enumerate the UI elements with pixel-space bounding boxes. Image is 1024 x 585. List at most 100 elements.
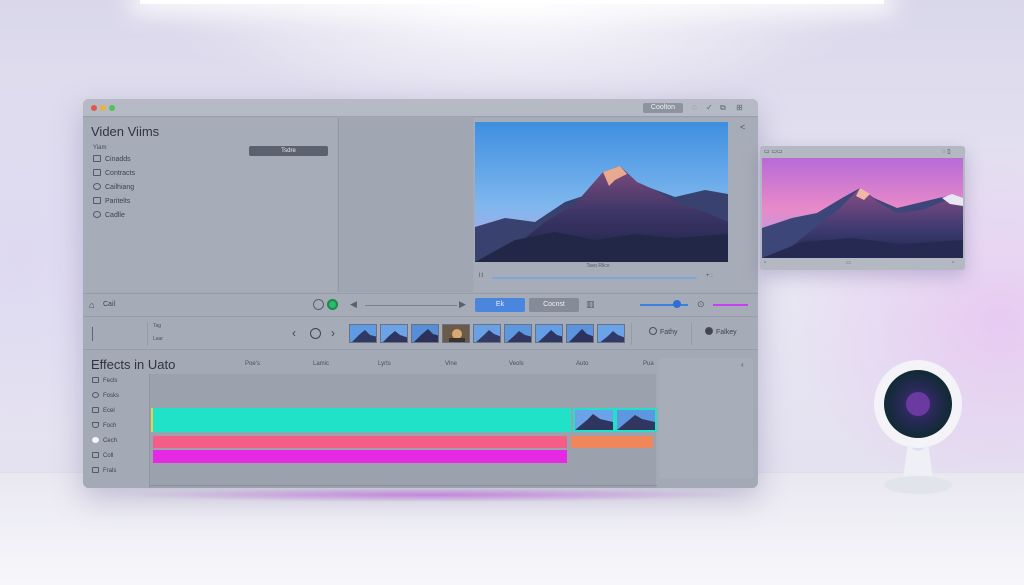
- toolbar-label: Cail: [103, 301, 116, 308]
- effect-label: Ecel: [103, 408, 115, 414]
- home-icon[interactable]: ⌂: [89, 300, 94, 310]
- trim-range[interactable]: [365, 305, 457, 306]
- strip-label-laar: Laar: [153, 336, 164, 342]
- strip-label-tag: Tag: [153, 323, 162, 329]
- effect-item[interactable]: Fecls: [92, 377, 117, 386]
- clip-thumbnail[interactable]: [473, 324, 501, 343]
- effects-panel: Effects in Uato Poe's Lamic Lyrts Vlne V…: [83, 351, 758, 488]
- effect-label: Cech: [103, 438, 118, 444]
- sidebar-item-label: Paritelts: [105, 198, 131, 205]
- timeline-tracks[interactable]: ›: [149, 374, 657, 488]
- audio-track-clip[interactable]: [153, 436, 567, 448]
- toolbar: ⌂ Cail ◀ ▶ Ek Cocnst ▥ ⊙: [83, 293, 758, 317]
- expand-icon[interactable]: ⊞: [736, 102, 743, 113]
- preview-window-icons[interactable]: ◌ ▯: [942, 148, 951, 155]
- effect-item[interactable]: Coll: [92, 452, 113, 461]
- clip-thumbnail[interactable]: [411, 324, 439, 343]
- collapse-icon[interactable]: ‹: [741, 360, 744, 369]
- clip-thumbnail[interactable]: [597, 324, 625, 343]
- column-header[interactable]: Lamic: [313, 361, 329, 367]
- filmstrip-row: Tag Laar ‹ › Fathy Falkey: [83, 318, 758, 350]
- video-preview[interactable]: [475, 122, 728, 262]
- effect-item[interactable]: Ecel: [92, 407, 115, 416]
- share-icon[interactable]: <: [740, 122, 745, 132]
- chevron-left-icon[interactable]: ‹: [292, 326, 296, 340]
- effect-item[interactable]: Fosks: [92, 392, 119, 401]
- maximize-window-button[interactable]: [109, 105, 115, 111]
- fathy-chip[interactable]: Fathy: [649, 327, 678, 339]
- record-toggle[interactable]: [313, 299, 324, 310]
- color-slider[interactable]: [713, 304, 748, 306]
- chevron-right-icon[interactable]: ›: [331, 326, 335, 340]
- mode-icon[interactable]: ⊙: [697, 299, 705, 310]
- clip-thumbnail[interactable]: [442, 324, 470, 343]
- panel-title: Viden Viims: [91, 124, 160, 139]
- chip-label: Fathy: [660, 329, 678, 336]
- help-icon[interactable]: ◌: [692, 102, 697, 113]
- divider: [631, 323, 632, 345]
- playback-scrubber[interactable]: [492, 277, 697, 279]
- triangle-left-icon[interactable]: ◀: [350, 299, 357, 310]
- effect-item[interactable]: Frals: [92, 467, 116, 476]
- video-track-thumbnails[interactable]: [573, 408, 657, 432]
- preview-right-icon[interactable]: ▫: [952, 260, 954, 266]
- triangle-right-icon[interactable]: ▶: [459, 299, 466, 310]
- column-header[interactable]: Pua: [643, 361, 654, 367]
- column-header[interactable]: Vlne: [445, 361, 457, 367]
- effect-item[interactable]: Foch: [92, 422, 116, 431]
- clip-thumbnail[interactable]: [504, 324, 532, 343]
- film-icon: [93, 155, 101, 162]
- primary-button[interactable]: Ek: [475, 298, 525, 312]
- media-panel: [338, 118, 473, 292]
- chip-label: Falkey: [716, 329, 737, 336]
- time-end: + :: [706, 273, 713, 279]
- preview-controls[interactable]: ▭ ▭▭: [764, 148, 783, 155]
- floating-preview-window[interactable]: ▭ ▭▭ ◌ ▯ ▫ ▭ ▫: [760, 146, 965, 270]
- column-header[interactable]: Lyrts: [378, 361, 391, 367]
- preview-video[interactable]: [762, 158, 963, 258]
- sidebar-item-cadlle[interactable]: Cadlle: [93, 211, 125, 221]
- close-window-button[interactable]: [91, 105, 97, 111]
- falkey-chip[interactable]: Falkey: [705, 327, 737, 339]
- secondary-button[interactable]: Cocnst: [529, 298, 579, 312]
- column-header[interactable]: Veols: [509, 361, 524, 367]
- column-header[interactable]: Auto: [576, 361, 588, 367]
- window-reflection: [120, 488, 740, 502]
- sidebar-item-cailhiang[interactable]: Cailhiang: [93, 183, 134, 193]
- mountain-video-frame: [475, 122, 728, 262]
- effects-title: Effects in Uato: [91, 357, 176, 372]
- fx-icon: [92, 467, 99, 473]
- clip-thumbnail[interactable]: [349, 324, 377, 343]
- preview-left-icon[interactable]: ▫: [764, 260, 766, 266]
- search-field[interactable]: Tsdre: [249, 146, 328, 156]
- clip-thumbnail[interactable]: [380, 324, 408, 343]
- volume-slider-knob[interactable]: [673, 300, 681, 308]
- effect-item[interactable]: Cech: [92, 437, 117, 446]
- active-toggle[interactable]: [327, 299, 338, 310]
- grid-icon: [93, 169, 101, 176]
- bars-icon[interactable]: ▥: [586, 299, 595, 310]
- preview-scrubber[interactable]: ▫ ▭ ▫: [764, 260, 961, 268]
- video-editor-window: Coolton ◌ ✓ ⧉ ⊞ Viden Viims Yiam Tsdre C…: [83, 99, 758, 488]
- clip-thumbnail[interactable]: [535, 324, 563, 343]
- column-header[interactable]: Poe's: [245, 361, 260, 367]
- fx-icon: [92, 452, 99, 458]
- effects-track-clip[interactable]: [153, 450, 567, 463]
- clip-thumbnail[interactable]: [566, 324, 594, 343]
- sidebar-item-label: Cailhiang: [105, 184, 135, 191]
- sidebar-item-paritelts[interactable]: Paritelts: [93, 197, 130, 207]
- folder-icon: [93, 197, 101, 204]
- fx-icon: [92, 392, 99, 398]
- effect-label: Frals: [103, 468, 117, 474]
- minimize-window-button[interactable]: [100, 105, 106, 111]
- timeline-ruler: [150, 485, 657, 486]
- audio-track-clip-2[interactable]: [571, 436, 653, 448]
- sidebar-item-cinadds[interactable]: Cinadds: [93, 155, 131, 165]
- video-track-clip[interactable]: [151, 408, 571, 432]
- check-icon[interactable]: ✓: [706, 102, 713, 113]
- sidebar-item-contracts[interactable]: Contracts: [93, 169, 135, 179]
- titlebar-button[interactable]: Coolton: [643, 103, 683, 113]
- play-circle-button[interactable]: [310, 328, 321, 339]
- strip-cursor: [92, 327, 93, 341]
- copy-icon[interactable]: ⧉: [720, 102, 726, 113]
